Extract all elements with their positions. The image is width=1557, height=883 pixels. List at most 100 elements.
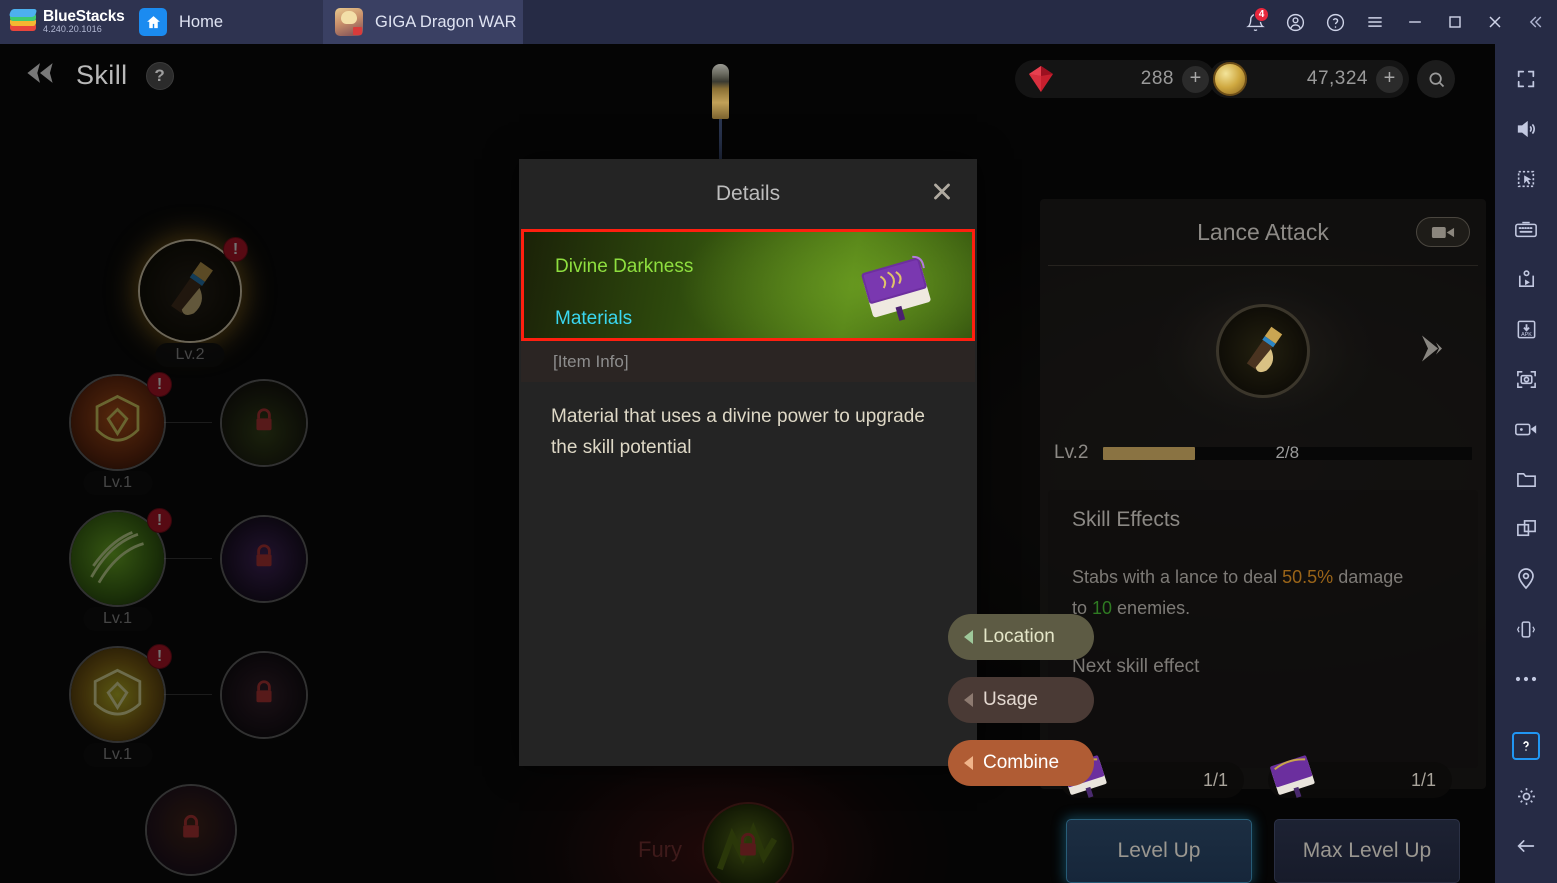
skill-icon-area [1040,266,1486,436]
next-arrow-icon[interactable] [1416,332,1452,371]
brand-name: BlueStacks [43,8,125,26]
details-modal-title: Details [715,182,781,205]
location-icon[interactable] [1501,554,1551,604]
level-up-button[interactable]: Level Up [1066,819,1252,883]
usage-label: Usage [983,689,1038,710]
account-icon[interactable] [1275,0,1315,44]
bell-icon[interactable]: 4 [1235,0,1275,44]
currency-bar: 288 + 47,324 + [1015,60,1455,98]
effect-mid: damage [1333,567,1404,587]
install-apk-icon[interactable]: APK [1501,304,1551,354]
usage-button[interactable]: Usage [948,677,1094,723]
fullscreen-icon[interactable] [1501,54,1551,104]
gem-value: 288 [1140,68,1174,89]
close-icon[interactable] [929,179,955,210]
gold-value: 47,324 [1306,68,1368,89]
material-count: 1/1 [1410,769,1436,790]
skill-effects-title: Skill Effects [1072,508,1181,531]
skill-panel-title: Lance Attack [1197,218,1329,245]
help-icon[interactable] [1512,732,1540,760]
volume-icon[interactable] [1501,104,1551,154]
game-viewport[interactable]: Skill ? 288 + 47,324 + Lance Attack Lv.2… [0,44,1495,883]
tab-home[interactable]: Home [127,0,323,44]
location-button[interactable]: Location [948,614,1094,660]
more-icon[interactable] [1501,654,1551,704]
settings-icon[interactable] [1501,771,1551,821]
multi-instance-icon[interactable] [1501,504,1551,554]
item-info-label: [Item Info] [553,351,629,371]
item-type: Materials [555,308,633,329]
screenshot-icon[interactable] [1501,354,1551,404]
triangle-left-icon [964,693,973,707]
close-icon[interactable] [1475,0,1515,44]
max-level-up-button[interactable]: Max Level Up [1274,819,1460,883]
bluestacks-brand: BlueStacks 4.240.20.1016 [0,0,127,44]
app-root: BlueStacks 4.240.20.1016 Home GIGA Drago… [0,0,1557,883]
svg-text:APK: APK [1521,332,1532,338]
search-icon[interactable] [1417,60,1455,98]
video-preview-icon[interactable] [1416,217,1470,247]
tab-home-label: Home [179,12,224,31]
back-arrow-icon[interactable] [22,60,58,91]
notification-badge: 4 [1254,7,1269,22]
tab-game-label: GIGA Dragon WAR [375,12,517,31]
maximize-icon[interactable] [1435,0,1475,44]
help-icon[interactable] [1315,0,1355,44]
back-icon[interactable] [1501,821,1551,871]
skill-panel-header: Lance Attack [1040,199,1486,265]
item-name: Divine Darkness [555,256,694,277]
bluestacks-sidebar: APK [1495,44,1557,883]
skill-panel-icon-lance [1216,304,1310,398]
spellbook-icon [1262,748,1324,806]
gem-icon [1021,63,1061,95]
material-requirements: 1/1 1/1 [1060,755,1470,798]
collapse-icon[interactable] [1515,0,1555,44]
tab-giga-dragon-war[interactable]: GIGA Dragon WAR [323,0,523,44]
help-icon[interactable]: ? [145,61,174,90]
gem-add-button[interactable]: + [1182,65,1209,93]
effect-target-count: 10 [1092,597,1113,618]
combine-label: Combine [983,752,1060,773]
window-titlebar: BlueStacks 4.240.20.1016 Home GIGA Drago… [0,0,1557,44]
keyboard-controls-icon[interactable] [1501,204,1551,254]
skill-effects-box: Skill Effects Stabs with a lance to deal… [1048,490,1478,768]
skill-progress-text: 2/8 [1275,442,1300,462]
skill-effect-description: Stabs with a lance to deal 50.5% damage … [1072,562,1454,624]
game-avatar-icon [335,8,363,36]
skill-level-row: Lv.2 2/8 [1040,436,1486,470]
effect-damage-value: 50.5% [1282,567,1334,587]
titlebar-spacer [523,0,1235,44]
titlebar-controls: 4 [1235,0,1557,44]
item-banner[interactable]: Divine Darkness Materials [521,229,975,341]
skill-detail-panel: Lance Attack Lv.2 2/8 Skill Effects Stab… [1040,199,1486,789]
gold-counter[interactable]: 47,324 + [1209,60,1409,98]
level-up-buttons: Level Up Max Level Up [1066,819,1466,883]
multi-select-icon[interactable] [1501,154,1551,204]
location-label: Location [983,626,1055,647]
coin-icon [1213,62,1247,96]
item-info-label-row: [Item Info] [521,341,975,382]
menu-icon[interactable] [1355,0,1395,44]
effect-suffix: enemies. [1112,597,1191,618]
record-icon[interactable] [1501,404,1551,454]
shake-icon[interactable] [1501,604,1551,654]
combine-button[interactable]: Combine [948,740,1094,786]
minimize-icon[interactable] [1395,0,1435,44]
home-icon [139,8,167,36]
next-skill-effect-title: Next skill effect [1072,655,1200,677]
item-info-text: Material that uses a divine power to upg… [551,406,925,458]
material-count: 1/1 [1202,769,1228,790]
brand-version: 4.240.20.1016 [43,24,102,35]
details-modal: Details Divine Darkness Materials [Item … [519,159,977,766]
details-modal-header: Details [519,159,977,229]
material-chip[interactable]: 1/1 [1268,755,1452,798]
gold-add-button[interactable]: + [1376,65,1403,93]
bluestacks-logo-icon [8,9,38,34]
gem-counter[interactable]: 288 + [1015,60,1215,98]
game-header: Skill ? [22,60,174,91]
triangle-left-icon [964,756,973,770]
purple-spellbook-icon [850,244,946,330]
macro-icon[interactable] [1501,254,1551,304]
media-folder-icon[interactable] [1501,454,1551,504]
triangle-left-icon [964,630,973,644]
